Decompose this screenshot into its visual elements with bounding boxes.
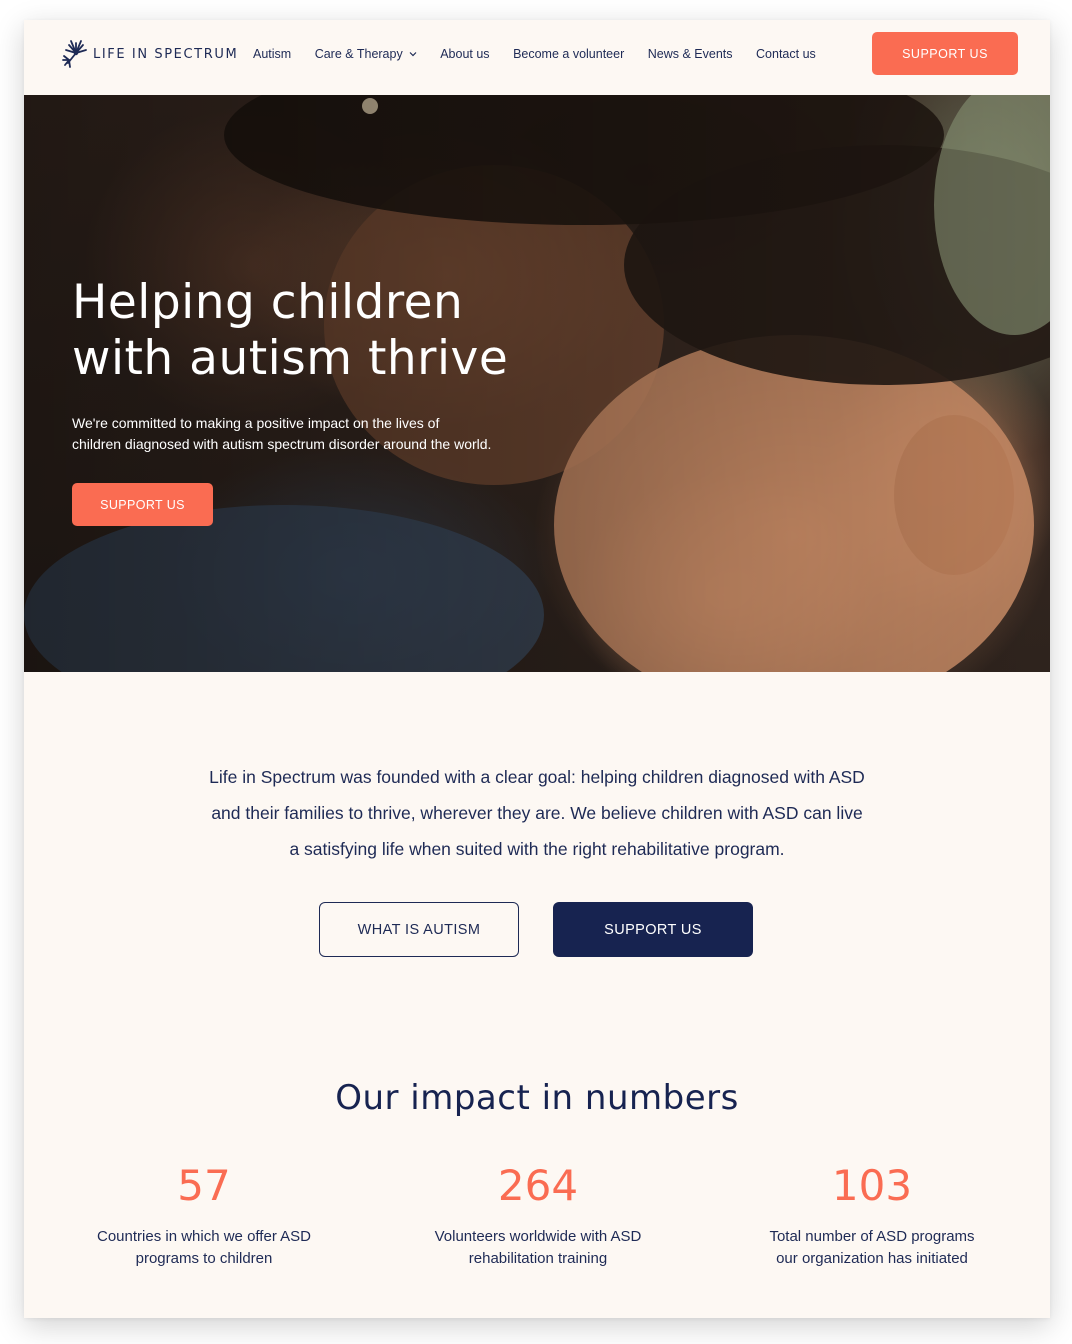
menu-item-news-events[interactable]: News & Events: [648, 47, 733, 61]
stat-programs: 103 Total number of ASD programs our org…: [712, 1160, 1032, 1270]
stat-volunteers: 264 Volunteers worldwide with ASD rehabi…: [378, 1160, 698, 1270]
stat-value: 57: [177, 1161, 231, 1210]
stat-label-line: programs to children: [135, 1250, 273, 1267]
menu-item-autism[interactable]: Autism: [253, 47, 291, 61]
menu-item-label: Autism: [253, 47, 292, 61]
hero-subtitle-line: We're committed to making a positive imp…: [72, 415, 440, 431]
stat-value: 264: [497, 1161, 579, 1210]
menu-item-label: Contact us: [756, 47, 816, 61]
menu-item-become-volunteer[interactable]: Become a volunteer: [513, 47, 624, 61]
hero-section: Helping children with autism thrive We'r…: [24, 95, 1050, 672]
hero-subtitle-line: children diagnosed with autism spectrum …: [72, 436, 492, 452]
stat-label-line: Volunteers worldwide with ASD: [434, 1228, 642, 1245]
intro-text: Life in Spectrum was founded with a clea…: [152, 759, 922, 867]
nav-support-us-button[interactable]: SUPPORT US: [872, 32, 1018, 75]
menu-item-care-therapy[interactable]: Care & Therapy: [315, 47, 417, 61]
top-navigation: LIFE IN SPECTRUM Autism Care & Therapy A…: [24, 20, 1050, 95]
menu-item-label: About us: [440, 47, 490, 61]
hero-title-line: with autism thrive: [72, 331, 509, 386]
menu-item-label: Become a volunteer: [513, 47, 625, 61]
menu-item-contact-us[interactable]: Contact us: [756, 47, 816, 61]
what-is-autism-button[interactable]: WHAT IS AUTISM: [319, 902, 519, 957]
intro-line: Life in Spectrum was founded with a clea…: [209, 767, 865, 787]
menu-item-about-us[interactable]: About us: [440, 47, 489, 61]
menu-item-label: Care & Therapy: [314, 47, 403, 61]
intro-line: and their families to thrive, wherever t…: [211, 803, 863, 823]
stat-label: Countries in which we offer ASD programs…: [44, 1226, 364, 1270]
hero-title: Helping children with autism thrive: [72, 275, 632, 387]
stat-label-line: Total number of ASD programs: [769, 1228, 975, 1245]
stat-countries: 57 Countries in which we offer ASD progr…: [44, 1160, 364, 1270]
stat-label: Total number of ASD programs our organiz…: [712, 1226, 1032, 1270]
stat-label-line: Countries in which we offer ASD: [97, 1228, 311, 1245]
stat-value: 103: [831, 1161, 913, 1210]
page: LIFE IN SPECTRUM Autism Care & Therapy A…: [24, 20, 1050, 1318]
hero-title-line: Helping children: [72, 275, 464, 330]
impact-title: Our impact in numbers: [335, 1078, 739, 1118]
stat-label-line: rehabilitation training: [468, 1250, 608, 1267]
brand-name: LIFE IN SPECTRUM: [93, 46, 239, 62]
intro-support-us-button[interactable]: SUPPORT US: [553, 902, 753, 957]
stat-label-line: our organization has initiated: [776, 1250, 968, 1267]
hero-subtitle: We're committed to making a positive imp…: [72, 413, 542, 455]
menu-item-label: News & Events: [647, 47, 733, 61]
main-menu: Autism Care & Therapy About us Become a …: [253, 47, 839, 61]
stat-label: Volunteers worldwide with ASD rehabilita…: [378, 1226, 698, 1270]
intro-line: a satisfying life when suited with the r…: [289, 839, 785, 859]
hero-support-us-button[interactable]: SUPPORT US: [72, 483, 213, 526]
chevron-down-icon: [409, 52, 417, 57]
dandelion-logo-icon: [62, 40, 87, 68]
brand-logo[interactable]: LIFE IN SPECTRUM: [60, 32, 238, 72]
